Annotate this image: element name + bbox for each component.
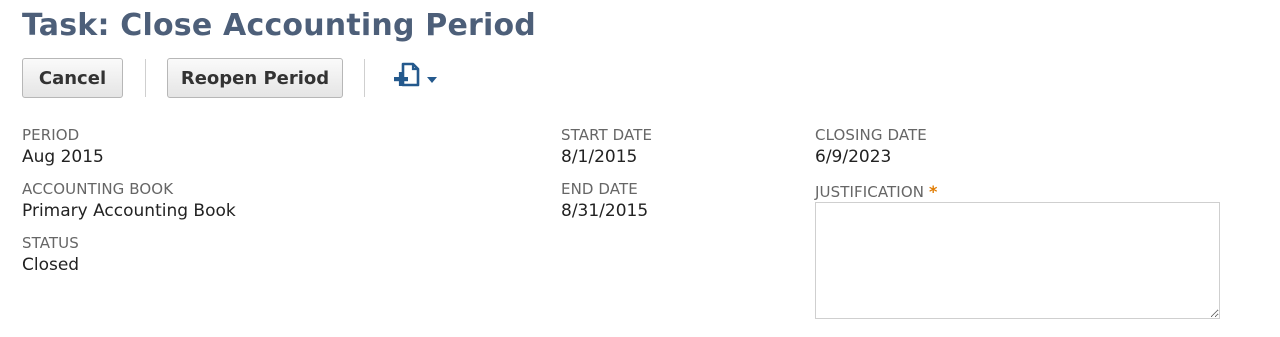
period-field: PERIOD Aug 2015 — [22, 126, 104, 167]
end-date-value: 8/31/2015 — [561, 201, 649, 221]
justification-label: JUSTIFICATION — [815, 183, 925, 201]
closing-date-label: CLOSING DATE — [815, 126, 927, 144]
closing-date-field: CLOSING DATE 6/9/2023 — [815, 126, 927, 167]
status-label: STATUS — [22, 234, 79, 252]
actions-menu-button[interactable] — [393, 59, 437, 97]
accounting-book-label: ACCOUNTING BOOK — [22, 180, 174, 198]
justification-field-label: JUSTIFICATION * — [815, 182, 937, 201]
end-date-label: END DATE — [561, 180, 638, 198]
accounting-book-value: Primary Accounting Book — [22, 201, 236, 221]
required-mark: * — [929, 182, 938, 201]
status-value: Closed — [22, 255, 80, 275]
closing-date-value: 6/9/2023 — [815, 147, 892, 167]
start-date-label: START DATE — [561, 126, 653, 144]
reopen-period-button[interactable]: Reopen Period — [167, 58, 343, 98]
cancel-button[interactable]: Cancel — [22, 58, 123, 98]
start-date-field: START DATE 8/1/2015 — [561, 126, 652, 167]
add-document-icon — [393, 61, 423, 95]
toolbar: Cancel Reopen Period — [22, 57, 437, 99]
toolbar-divider — [145, 59, 146, 97]
justification-textarea[interactable] — [815, 202, 1220, 319]
period-value: Aug 2015 — [22, 147, 104, 167]
accounting-book-field: ACCOUNTING BOOK Primary Accounting Book — [22, 180, 236, 221]
page-title: Task: Close Accounting Period — [22, 8, 536, 43]
start-date-value: 8/1/2015 — [561, 147, 638, 167]
end-date-field: END DATE 8/31/2015 — [561, 180, 648, 221]
toolbar-divider — [364, 59, 365, 97]
status-field: STATUS Closed — [22, 234, 79, 275]
period-label: PERIOD — [22, 126, 80, 144]
chevron-down-icon — [427, 76, 437, 83]
